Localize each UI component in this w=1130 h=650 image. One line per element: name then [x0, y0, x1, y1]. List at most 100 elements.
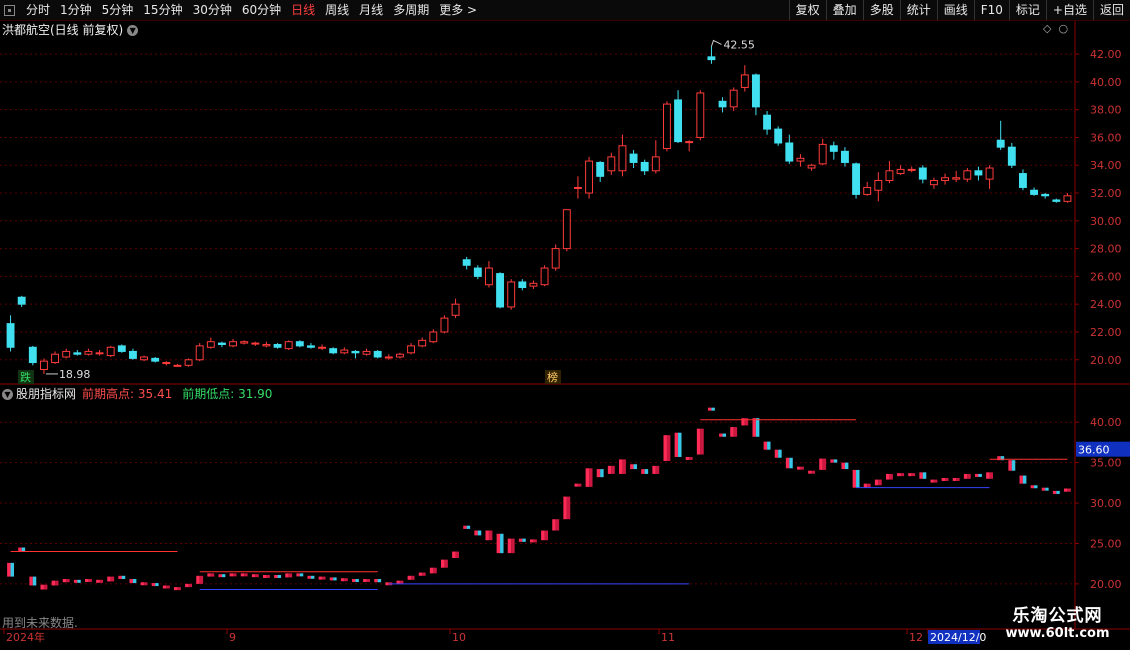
candle-body[interactable]	[51, 353, 60, 364]
candle-body[interactable]	[596, 161, 605, 177]
candle-body[interactable]	[17, 296, 26, 305]
candle-body[interactable]	[106, 346, 115, 357]
candle-body[interactable]	[796, 157, 805, 162]
toolbar-button[interactable]: +自选	[1045, 0, 1093, 20]
candle-body[interactable]	[707, 56, 716, 61]
toolbar-button[interactable]: F10	[973, 0, 1009, 20]
candle-body[interactable]	[896, 168, 905, 175]
candle-body[interactable]	[473, 267, 482, 277]
diamond-icon[interactable]: ◇	[1043, 22, 1051, 35]
candle-body[interactable]	[751, 74, 760, 108]
candle-body[interactable]	[640, 161, 649, 172]
candle-body[interactable]	[351, 350, 360, 354]
candle-body[interactable]	[6, 323, 15, 348]
period-tab[interactable]: 5分钟	[97, 0, 139, 20]
candle-body[interactable]	[674, 99, 683, 143]
candle-body[interactable]	[1063, 195, 1072, 202]
candle-body[interactable]	[863, 186, 872, 195]
candle-body[interactable]	[518, 281, 527, 289]
period-tab[interactable]: 1分钟	[55, 0, 97, 20]
candle-body[interactable]	[462, 259, 471, 266]
candle-body[interactable]	[918, 167, 927, 180]
candle-body[interactable]	[1030, 189, 1039, 195]
period-tab[interactable]: 15分钟	[138, 0, 187, 20]
candle-body[interactable]	[173, 364, 182, 367]
candle-body[interactable]	[306, 345, 315, 348]
close-icon[interactable]: ○	[1058, 22, 1068, 35]
candle-body[interactable]	[996, 139, 1005, 148]
candle-body[interactable]	[429, 331, 438, 343]
candle-body[interactable]	[974, 170, 983, 176]
grid-menu-icon[interactable]	[4, 4, 15, 16]
kline-chart[interactable]: 42.00 40.00 38.00 36.00 34.00 32.00 30.00 28.00…	[0, 0, 1130, 650]
candle-body[interactable]	[128, 350, 137, 359]
candle-body[interactable]	[763, 114, 772, 130]
candle-body[interactable]	[629, 153, 638, 163]
candle-body[interactable]	[662, 103, 671, 150]
candle-body[interactable]	[484, 267, 493, 286]
candle-body[interactable]	[585, 160, 594, 194]
candle-body[interactable]	[885, 170, 894, 182]
candle-body[interactable]	[240, 341, 249, 344]
candle-body[interactable]	[1052, 199, 1061, 202]
candle-body[interactable]	[618, 145, 627, 172]
candle-body[interactable]	[418, 339, 427, 347]
candle-body[interactable]	[251, 342, 260, 345]
candle-body[interactable]	[195, 345, 204, 361]
candle-body[interactable]	[529, 282, 538, 287]
candle-body[interactable]	[907, 168, 916, 171]
candle-body[interactable]	[395, 353, 404, 358]
candle-body[interactable]	[295, 341, 304, 347]
candle-body[interactable]	[162, 362, 171, 365]
toolbar-button[interactable]: 复权	[788, 0, 826, 20]
toolbar-button[interactable]: 画线	[936, 0, 974, 20]
candle-body[interactable]	[807, 164, 816, 169]
period-tab[interactable]: 多周期	[388, 0, 434, 20]
candle-body[interactable]	[95, 352, 104, 355]
candle-body[interactable]	[206, 341, 215, 348]
candle-body[interactable]	[373, 350, 382, 358]
candle-body[interactable]	[952, 177, 961, 180]
candle-body[interactable]	[941, 177, 950, 182]
candle-body[interactable]	[651, 156, 660, 172]
candle-body[interactable]	[685, 141, 694, 144]
candle-body[interactable]	[874, 180, 883, 191]
candle-body[interactable]	[262, 343, 271, 347]
candle-body[interactable]	[362, 350, 371, 355]
period-tab[interactable]: 30分钟	[188, 0, 237, 20]
candle-body[interactable]	[1041, 193, 1050, 197]
candle-body[interactable]	[829, 145, 838, 152]
candle-body[interactable]	[117, 345, 126, 352]
candle-body[interactable]	[562, 209, 571, 250]
candle-body[interactable]	[929, 180, 938, 186]
toolbar-button[interactable]: 统计	[899, 0, 937, 20]
candle-body[interactable]	[229, 341, 238, 347]
candle-body[interactable]	[217, 342, 226, 345]
period-tab[interactable]: 60分钟	[237, 0, 286, 20]
candle-body[interactable]	[384, 356, 393, 359]
chevron-down-icon[interactable]: ▼	[127, 25, 139, 36]
candle-body[interactable]	[151, 357, 160, 362]
candle-body[interactable]	[852, 163, 861, 195]
candle-body[interactable]	[729, 89, 738, 108]
chevron-down-icon[interactable]: ▼	[2, 389, 13, 400]
candle-body[interactable]	[718, 100, 727, 108]
candle-body[interactable]	[774, 128, 783, 144]
candle-body[interactable]	[329, 348, 338, 354]
candle-body[interactable]	[407, 345, 416, 354]
period-tab[interactable]: 周线	[320, 0, 354, 20]
candle-body[interactable]	[84, 350, 93, 355]
candle-body[interactable]	[73, 352, 82, 355]
candle-body[interactable]	[551, 248, 560, 269]
candle-body[interactable]	[573, 186, 582, 189]
candle-body[interactable]	[1007, 146, 1016, 166]
candle-body[interactable]	[985, 167, 994, 180]
period-tab[interactable]: 分时	[21, 0, 55, 20]
candle-body[interactable]	[785, 142, 794, 162]
period-tab[interactable]: 日线	[286, 0, 320, 20]
candle-body[interactable]	[963, 170, 972, 180]
candle-body[interactable]	[818, 143, 827, 165]
candle-body[interactable]	[273, 343, 282, 348]
toolbar-button[interactable]: 多股	[862, 0, 900, 20]
candle-body[interactable]	[696, 92, 705, 138]
